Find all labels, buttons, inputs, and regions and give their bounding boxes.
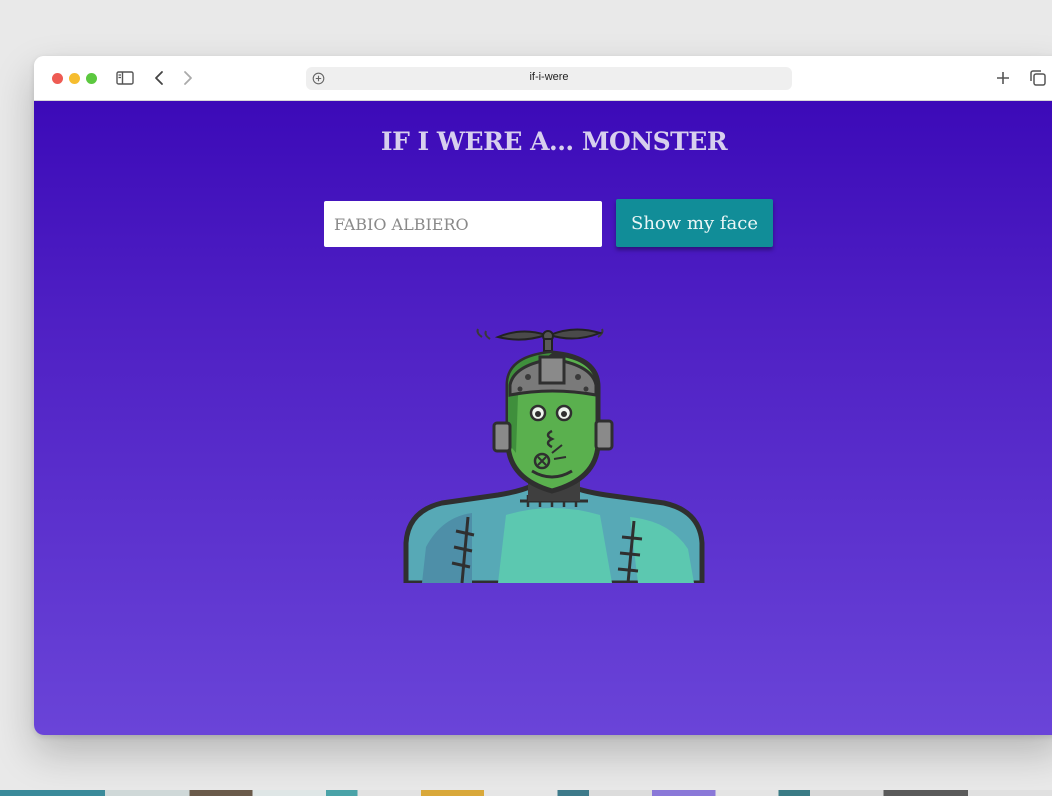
name-input[interactable] bbox=[324, 201, 602, 247]
sidebar-icon[interactable] bbox=[116, 68, 134, 88]
close-window-button[interactable] bbox=[52, 73, 63, 84]
minimize-window-button[interactable] bbox=[69, 73, 80, 84]
background-strip bbox=[0, 790, 1052, 796]
zoom-window-button[interactable] bbox=[86, 73, 97, 84]
forward-icon[interactable] bbox=[181, 68, 195, 88]
tabs-overview-icon[interactable] bbox=[1029, 68, 1047, 88]
browser-toolbar: if-i-were bbox=[34, 56, 1052, 101]
page-title: IF I WERE A... MONSTER bbox=[380, 127, 728, 156]
browser-window: if-i-were IF I WERE A... MONSTER Show my… bbox=[34, 56, 1052, 735]
url-text: if-i-were bbox=[529, 71, 569, 83]
address-bar[interactable]: if-i-were bbox=[306, 67, 792, 90]
page-content: IF I WERE A... MONSTER Show my face bbox=[34, 101, 1052, 735]
monster-avatar bbox=[403, 328, 705, 583]
back-icon[interactable] bbox=[153, 68, 167, 88]
show-my-face-button[interactable]: Show my face bbox=[616, 199, 773, 247]
new-tab-icon[interactable] bbox=[995, 68, 1011, 88]
